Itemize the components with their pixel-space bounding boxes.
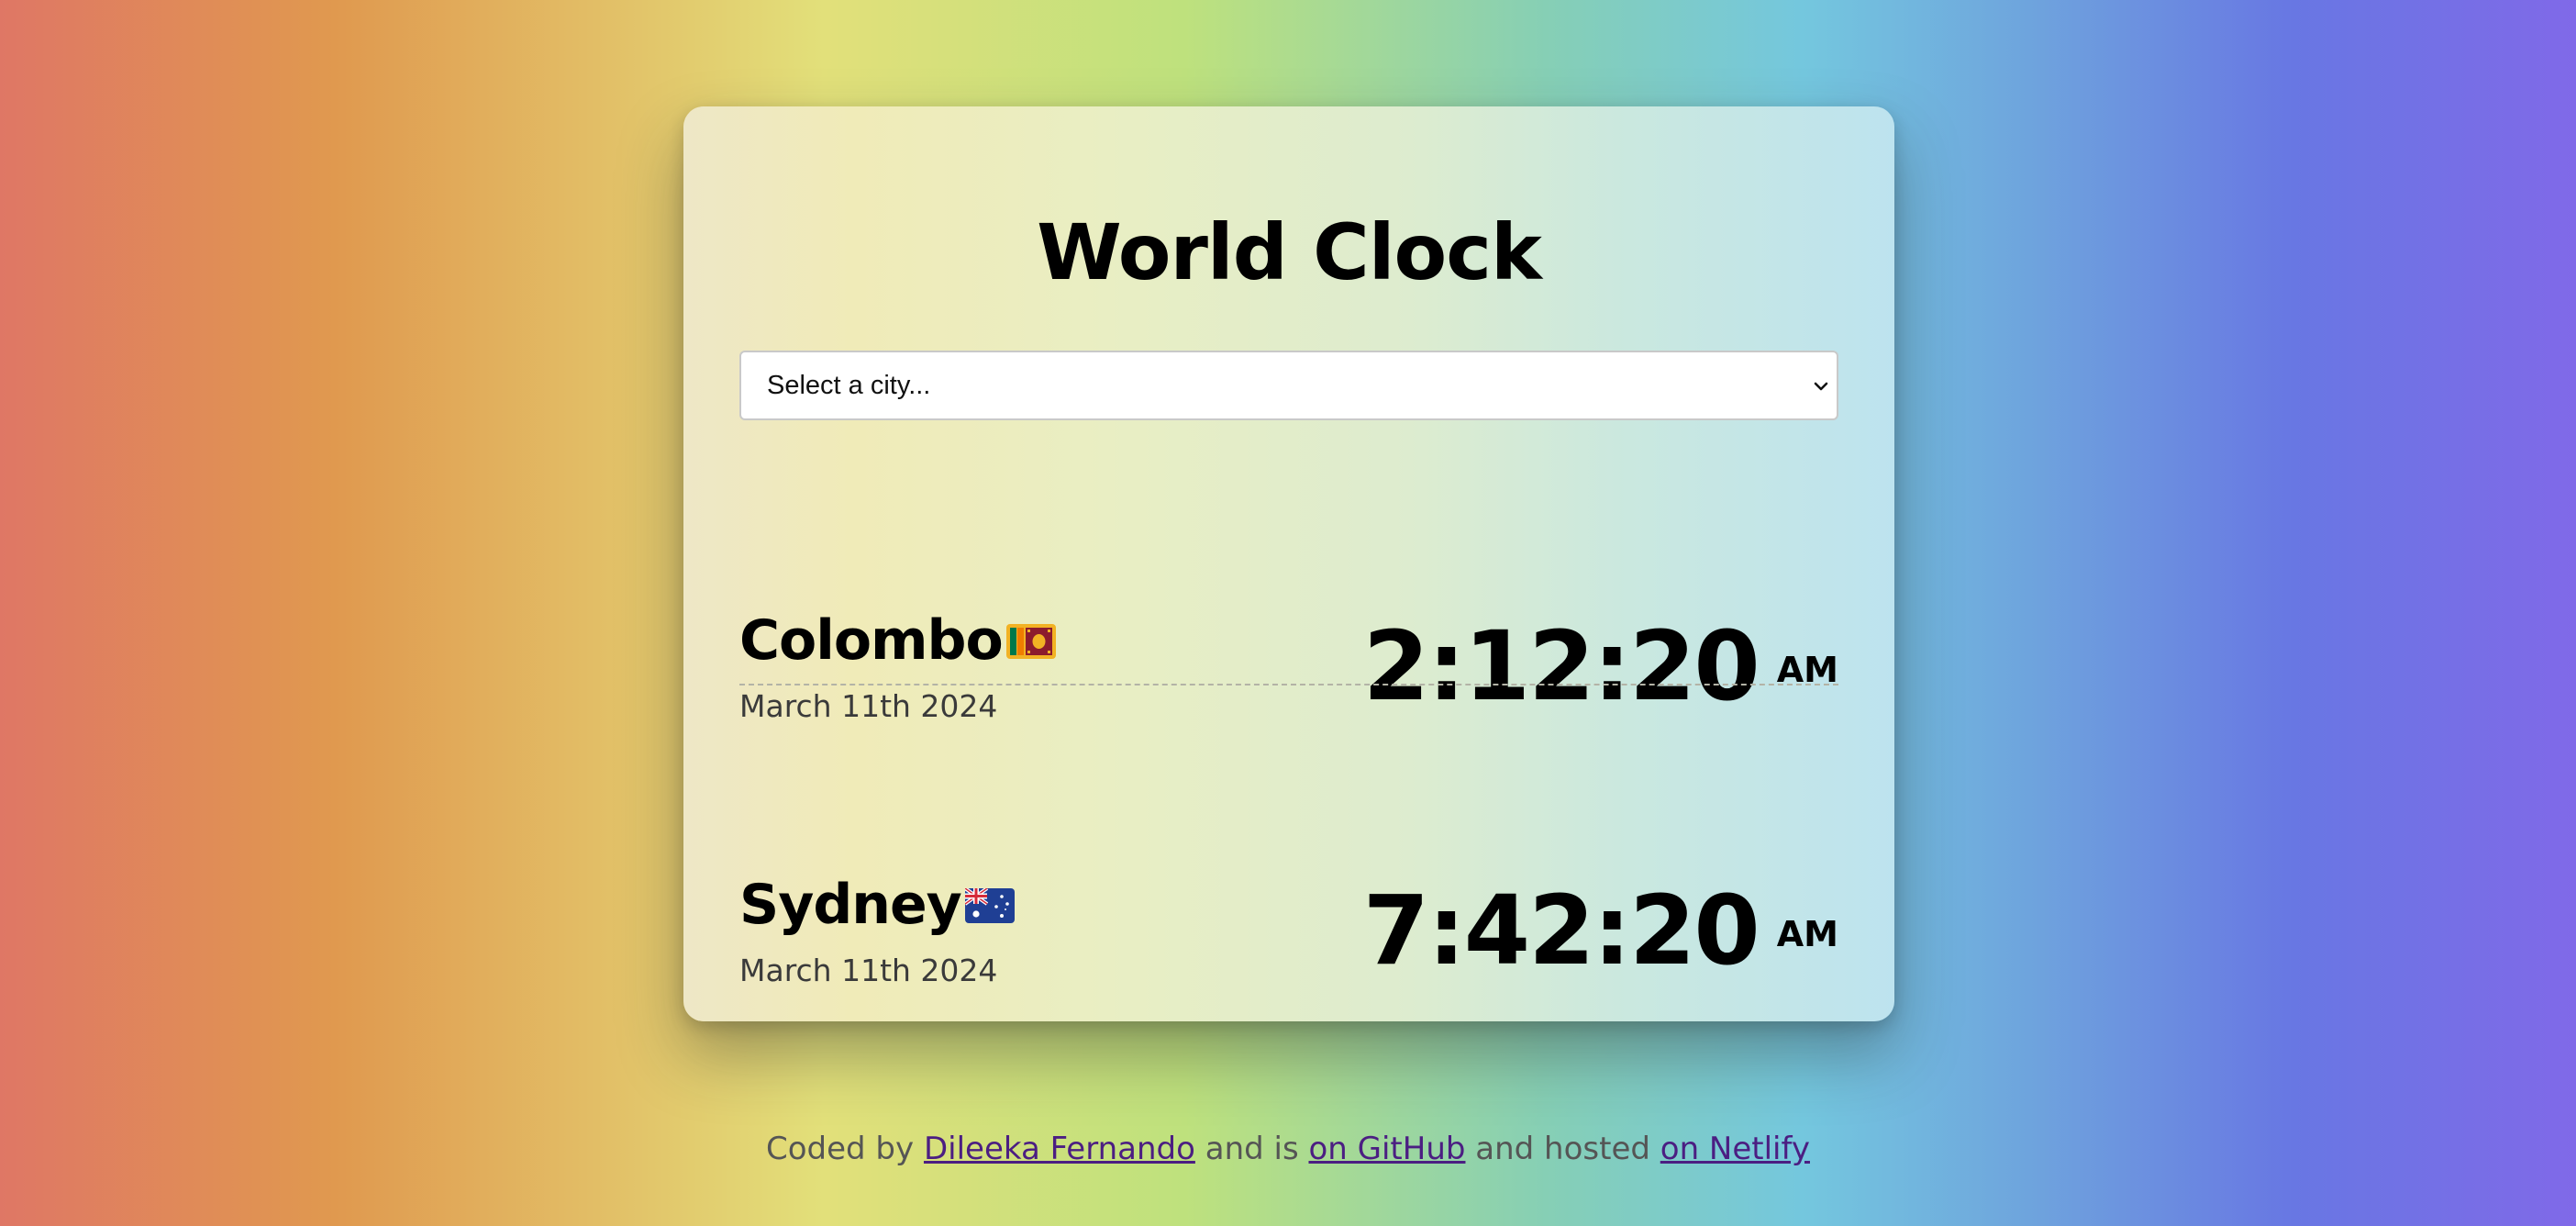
page-title: World Clock bbox=[1037, 207, 1542, 297]
footer-prefix: Coded by bbox=[766, 1131, 915, 1167]
netlify-link[interactable]: on Netlify bbox=[1660, 1131, 1810, 1167]
author-link[interactable]: Dileeka Fernando bbox=[924, 1131, 1195, 1167]
sri-lanka-flag-icon bbox=[1005, 613, 1056, 668]
time-display: 7:42:20 AM bbox=[1363, 883, 1838, 978]
city-name-wrapper: Sydney bbox=[739, 877, 1015, 932]
australia-flag-icon bbox=[963, 877, 1015, 932]
world-clock-card: World Clock Select a city... Colombo Mar… bbox=[683, 106, 1894, 1021]
city-time: 2:12:20 bbox=[1362, 610, 1760, 722]
city-select[interactable]: Select a city... bbox=[739, 351, 1838, 420]
github-link[interactable]: on GitHub bbox=[1308, 1131, 1465, 1167]
time-display: 2:12:20 AM bbox=[1363, 619, 1838, 714]
footer: Coded by Dileeka Fernando and is on GitH… bbox=[0, 1131, 2576, 1167]
footer-middle: and is bbox=[1205, 1131, 1299, 1167]
city-date: March 11th 2024 bbox=[739, 688, 998, 724]
city-name-wrapper: Colombo bbox=[739, 613, 1056, 668]
city-select-wrapper[interactable]: Select a city... bbox=[739, 351, 1838, 420]
footer-hosted: and hosted bbox=[1475, 1131, 1650, 1167]
am-pm-label: AM bbox=[1776, 914, 1838, 954]
city-time: 7:42:20 bbox=[1362, 875, 1760, 986]
city-row-sydney: Sydney March 11th 2024 7:42:20 AM bbox=[739, 752, 1838, 988]
city-divider bbox=[739, 684, 1838, 685]
city-name: Colombo bbox=[739, 608, 1004, 673]
city-name: Sydney bbox=[739, 873, 962, 937]
city-date: March 11th 2024 bbox=[739, 953, 998, 988]
